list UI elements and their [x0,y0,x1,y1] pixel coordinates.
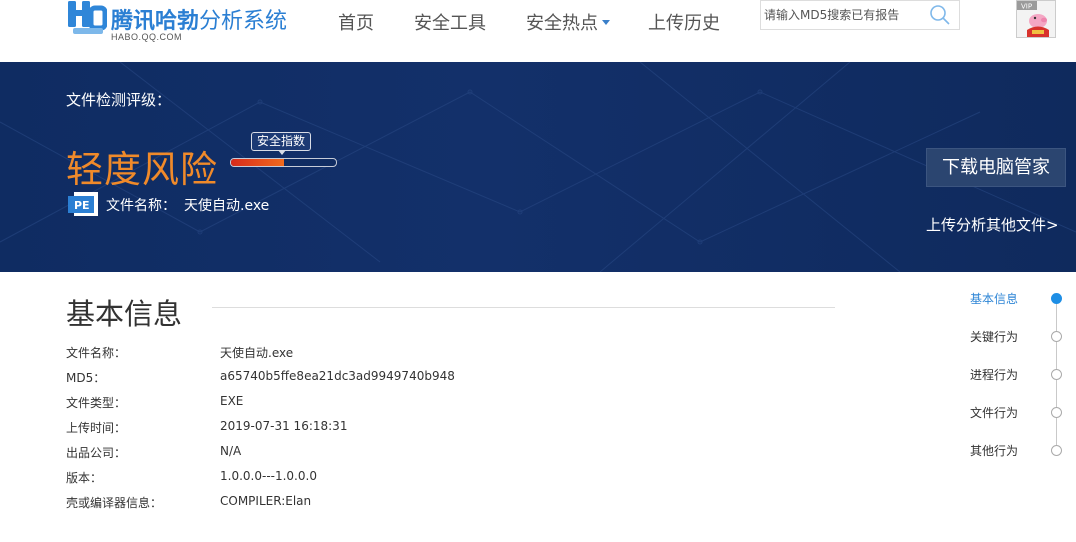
safety-index-meter [230,158,337,167]
top-header: 腾讯哈勃分析系统 HABO.QQ.COM 首页 安全工具 安全热点 上传历史 V… [0,0,1076,62]
risk-level: 轻度风险 [66,148,218,191]
upload-other-file-link[interactable]: 上传分析其他文件> [926,214,1059,235]
side-nav-dot-key-behavior[interactable] [1051,331,1062,342]
avatar-image: VIP [1017,1,1055,37]
pe-file-icon: PE [68,192,98,216]
side-nav-process-behavior[interactable]: 进程行为 [970,366,1018,382]
info-value: 1.0.0.0---1.0.0.0 [220,469,317,483]
risk-banner: 文件检测评级： 轻度风险 安全指数 PE 文件名称： 天使自动.exe 下载电脑管… [0,62,1076,272]
file-name-line: 文件名称： 天使自动.exe [106,195,277,215]
safety-index-meter-fill [231,159,284,166]
logo-title: 腾讯哈勃分析系统 [111,9,288,34]
grade-label: 文件检测评级： [66,91,172,109]
nav-upload-history[interactable]: 上传历史 [648,9,720,35]
section-divider [212,307,835,308]
nav-home[interactable]: 首页 [338,9,374,35]
info-value: 天使自动.exe [220,346,294,360]
info-value: N/A [220,444,242,458]
search-icon[interactable] [929,4,951,26]
info-value: COMPILER:Elan [220,494,312,508]
habo-logo-icon [68,1,107,34]
vip-badge-text: VIP [1021,3,1032,11]
svg-text:PE: PE [74,199,90,212]
side-nav-dot-file-behavior[interactable] [1051,407,1062,418]
side-nav-dot-basic-info[interactable] [1051,293,1062,304]
side-nav-dot-process-behavior[interactable] [1051,369,1062,380]
section-title-basic-info: 基本信息 [66,297,183,331]
safety-index-badge: 安全指数 [251,132,312,155]
search-input[interactable] [764,6,924,24]
info-value: EXE [220,394,244,408]
logo-subtitle: HABO.QQ.COM [111,32,183,42]
nav-security-tools[interactable]: 安全工具 [414,9,486,35]
info-value: 2019-07-31 16:18:31 [220,419,348,433]
info-key: MD5： [66,371,106,385]
side-nav-file-behavior[interactable]: 文件行为 [970,404,1018,420]
file-name-value: 天使自动.exe [184,198,270,214]
info-key: 版本： [66,471,103,485]
file-name-label: 文件名称： [106,198,176,214]
side-nav-key-behavior[interactable]: 关键行为 [970,328,1018,344]
info-key: 壳或编译器信息： [66,496,163,510]
user-avatar[interactable]: VIP [1016,0,1056,38]
habo-logo[interactable]: 腾讯哈勃分析系统 HABO.QQ.COM [67,0,307,50]
download-pc-manager-button[interactable]: 下载电脑管家 [926,148,1066,187]
info-key: 文件类型： [66,396,127,410]
info-key: 出品公司： [66,446,127,460]
chevron-down-icon [602,19,610,25]
side-nav-basic-info[interactable]: 基本信息 [970,290,1018,306]
side-nav-dot-other-behavior[interactable] [1051,445,1062,456]
nav-security-hotspot[interactable]: 安全热点 [526,9,610,35]
info-value: a65740b5ffe8ea21dc3ad9949740b948 [220,369,455,383]
info-key: 上传时间： [66,421,127,435]
info-key: 文件名称： [66,346,127,360]
search-box [760,0,960,30]
side-nav-other-behavior[interactable]: 其他行为 [970,442,1018,458]
